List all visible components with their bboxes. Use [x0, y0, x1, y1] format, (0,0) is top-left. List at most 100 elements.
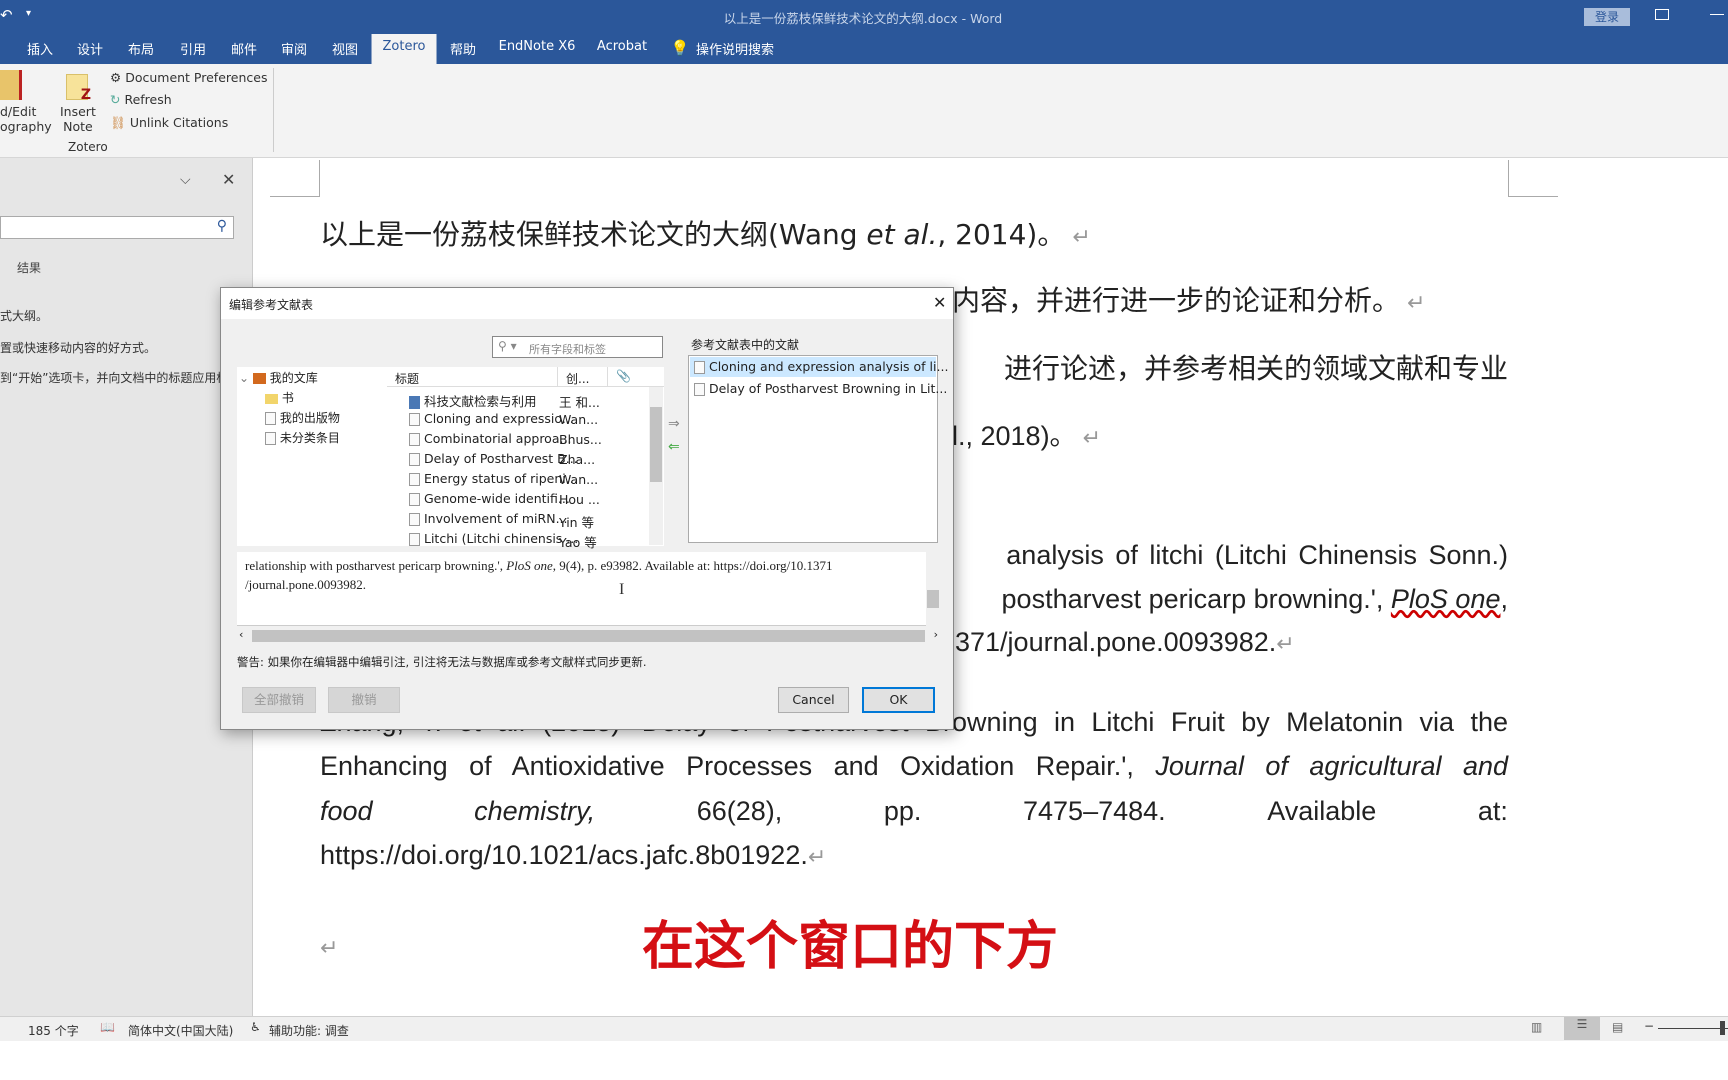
accessibility-status[interactable]: 辅助功能: 调查: [269, 1022, 349, 1039]
undo-icon[interactable]: ↶: [0, 6, 13, 24]
reference-1-line[interactable]: analysis of litchi (Litchi Chinensis Son…: [1006, 540, 1508, 571]
scroll-right-icon[interactable]: ›: [934, 628, 938, 641]
scroll-left-icon[interactable]: ‹: [239, 628, 243, 641]
tree-item-my-publications[interactable]: 我的出版物: [265, 409, 340, 426]
horizontal-scrollbar[interactable]: ‹ ›: [237, 628, 940, 644]
list-item[interactable]: Involvement of miRN... Yin 等: [387, 509, 649, 530]
doc-paragraph[interactable]: 进行论述，并参考相关的领域文献和专业: [1004, 347, 1508, 387]
unlink-citations-button[interactable]: ⛓ Unlink Citations: [110, 115, 228, 131]
tab-design[interactable]: 设计: [77, 39, 103, 58]
tab-review[interactable]: 审阅: [281, 39, 307, 58]
word-count[interactable]: 185 个字: [28, 1022, 79, 1039]
list-item[interactable]: Energy status of ripeni... Wan...: [387, 469, 649, 489]
search-input[interactable]: ⚲ ▾ 所有字段和标签: [492, 336, 663, 358]
zoom-slider-thumb[interactable]: [1720, 1021, 1725, 1035]
scrollbar[interactable]: [649, 387, 663, 545]
insert-note-button[interactable]: Insert Note: [60, 104, 96, 134]
search-icon[interactable]: ⚲: [217, 218, 227, 234]
search-icon[interactable]: ⚲ ▾: [498, 339, 517, 353]
reference-1-line[interactable]: 371/journal.pone.0093982.↵: [955, 627, 1295, 658]
zoom-out-icon[interactable]: −: [1644, 1019, 1654, 1033]
tell-me-search[interactable]: 操作说明搜索: [696, 39, 774, 58]
tab-mailings[interactable]: 邮件: [231, 39, 257, 58]
chevron-down-icon[interactable]: ⌵: [180, 172, 191, 188]
reference-2-line[interactable]: https://doi.org/10.1021/acs.jafc.8b01922…: [320, 840, 826, 871]
refresh-button[interactable]: ↻ Refresh: [110, 92, 172, 107]
tab-layout[interactable]: 布局: [128, 39, 154, 58]
tab-zotero[interactable]: Zotero: [371, 34, 437, 64]
list-item[interactable]: Litchi (Litchi chinensis ... Yao 等: [387, 529, 649, 550]
doc-paragraph[interactable]: 内容，并进行进一步的论证和分析。 ↵: [952, 279, 1425, 319]
tree-item-my-library[interactable]: ⌄ 我的文库: [239, 369, 318, 386]
zoom-slider[interactable]: [1658, 1028, 1728, 1029]
ok-button[interactable]: OK: [862, 687, 935, 713]
bibliography-item[interactable]: Delay of Postharvest Browning in Lit...: [690, 379, 947, 399]
bibliography-editor[interactable]: relationship with postharvest pericarp b…: [237, 552, 940, 626]
tab-insert[interactable]: 插入: [27, 39, 53, 58]
tab-view[interactable]: 视图: [332, 39, 358, 58]
attachment-icon[interactable]: 📎: [607, 367, 631, 387]
close-icon[interactable]: ✕: [933, 293, 946, 312]
web-layout-icon[interactable]: ▤: [1612, 1020, 1623, 1034]
login-button[interactable]: 登录: [1584, 8, 1630, 26]
cancel-button[interactable]: Cancel: [778, 687, 849, 713]
item-title: Cloning and expressio...: [423, 411, 574, 426]
bibliography-item[interactable]: Cloning and expression analysis of li...: [690, 357, 948, 377]
reference-2-line[interactable]: food chemistry, 66(28), pp. 7475–7484. Availa…: [320, 796, 1508, 827]
proofing-icon[interactable]: 📖: [100, 1020, 115, 1034]
tab-help[interactable]: 帮助: [450, 39, 476, 58]
tab-references[interactable]: 引用: [180, 39, 206, 58]
text: https://doi.org/10.1021/acs.jafc.8b01922…: [320, 840, 808, 870]
remove-from-bibliography-arrow-icon[interactable]: ⇐: [668, 439, 680, 455]
column-title[interactable]: 标题: [395, 370, 419, 387]
list-item[interactable]: Cloning and expressio... Wan...: [387, 409, 649, 429]
library-icon: [252, 373, 266, 384]
dialog-title-bar: 编辑参考文献表 ✕: [221, 288, 953, 319]
list-item[interactable]: Combinatorial approa... Bhus...: [387, 429, 649, 449]
chevron-down-icon[interactable]: ⌄: [239, 371, 249, 385]
bibliography-list-label: 参考文献表中的文献: [691, 338, 800, 352]
add-edit-bibliography-button[interactable]: d/Edit ography: [0, 104, 52, 134]
minimize-icon[interactable]: [1710, 14, 1724, 15]
results-tab[interactable]: 结果: [17, 259, 41, 276]
status-bar: 185 个字 📖 简体中文(中国大陆) ♿ 辅助功能: 调查 ▥ ☰ ▤ −: [0, 1016, 1728, 1041]
item-title: Combinatorial approa...: [423, 431, 572, 446]
tab-acrobat[interactable]: Acrobat: [597, 39, 647, 54]
read-mode-icon[interactable]: ▥: [1531, 1020, 1542, 1034]
customize-quick-access-icon[interactable]: ▾: [26, 8, 31, 19]
reference-1-line[interactable]: postharvest pericarp browning.', PloS on…: [1002, 584, 1508, 615]
language[interactable]: 简体中文(中国大陆): [128, 1022, 233, 1039]
add-to-bibliography-arrow-icon[interactable]: ⇒: [668, 416, 680, 432]
editor-line: relationship with postharvest pericarp b…: [245, 556, 932, 575]
tree-item-unfiled[interactable]: 未分类条目: [265, 429, 340, 446]
list-item[interactable]: Genome-wide identifi... Hou ...: [387, 489, 649, 509]
text: , 2014)。: [937, 218, 1066, 251]
label: Note: [63, 119, 93, 134]
folder-icon: [265, 393, 278, 404]
vertical-scrollbar[interactable]: [926, 552, 940, 626]
text: Journal of agricultural and: [1155, 751, 1508, 781]
doc-paragraph[interactable]: l., 2018)。 ↵: [952, 414, 1101, 453]
revert-button[interactable]: 撤销: [328, 687, 400, 713]
tab-endnote[interactable]: EndNote X6: [499, 39, 576, 54]
text: pp.: [883, 796, 922, 826]
print-layout-icon[interactable]: ☰: [1564, 1017, 1600, 1040]
tree-item-books[interactable]: 书: [265, 389, 294, 406]
doc-paragraph[interactable]: 以上是一份荔枝保鲜技术论文的大纲(Wang et al., 2014)。 ↵: [320, 213, 1091, 253]
item-creator: Bhus...: [559, 432, 602, 447]
refresh-icon: ↻: [110, 92, 121, 107]
note-icon: Z: [66, 74, 91, 103]
unlink-icon: ⛓: [110, 115, 126, 130]
text: 内容，并进行进一步的论证和分析。: [952, 284, 1401, 317]
nav-search-input[interactable]: ⚲: [0, 216, 234, 239]
close-icon[interactable]: ✕: [222, 170, 235, 189]
list-item[interactable]: Delay of Postharvest B... Zha...: [387, 449, 649, 469]
reference-2-line[interactable]: Enhancing of Antioxidative Processes and…: [320, 751, 1508, 782]
document-preferences-button[interactable]: ⚙ Document Preferences: [110, 70, 267, 85]
ribbon-display-options-icon[interactable]: [1655, 9, 1669, 20]
text: at:: [1477, 796, 1508, 826]
list-item[interactable]: 科技文献检索与利用王 和...: [387, 389, 649, 410]
column-creator[interactable]: 创...: [557, 367, 589, 387]
revert-all-button[interactable]: 全部撤销: [242, 687, 316, 713]
label: d/Edit: [0, 104, 37, 119]
